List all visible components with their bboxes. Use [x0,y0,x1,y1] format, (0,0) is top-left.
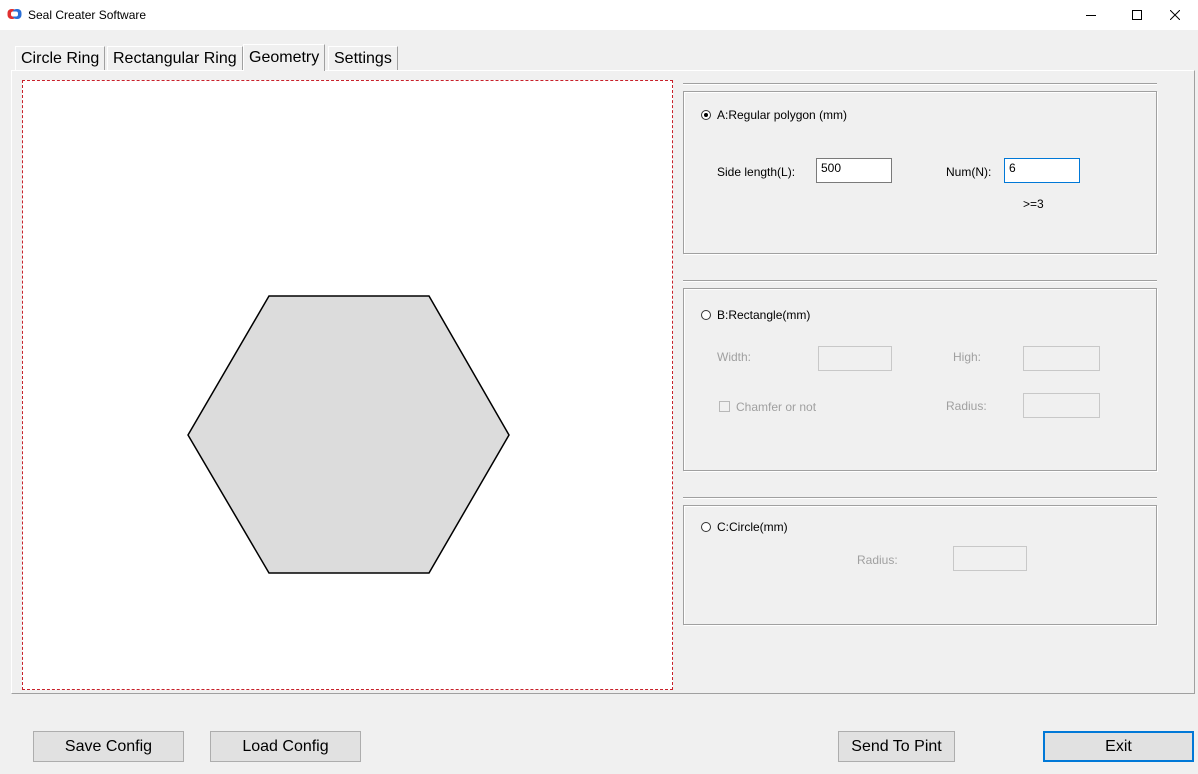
radius-label: Radius: [946,399,987,413]
tab-settings[interactable]: Settings [328,46,398,70]
circle-radio[interactable] [701,522,711,532]
num-constraint: >=3 [1023,197,1044,211]
separator [683,83,1157,85]
preview-svg [187,295,510,574]
side-length-label: Side length(L): [717,165,796,179]
maximize-icon [1132,10,1142,20]
rectangle-radio[interactable] [701,310,711,320]
num-input[interactable]: 6 [1004,158,1080,183]
high-label: High: [953,350,982,364]
num-label: Num(N): [946,165,992,179]
load-config-button[interactable]: Load Config [210,731,361,762]
minimize-icon [1086,15,1096,16]
high-input[interactable] [1023,346,1100,371]
app-icon [7,9,22,19]
chamfer-label: Chamfer or not [736,400,817,414]
close-icon [1170,10,1180,20]
rectangle-label: B:Rectangle(mm) [717,308,811,322]
circle-radius-input[interactable] [953,546,1027,571]
window-title: Seal Creater Software [28,8,147,22]
separator [683,280,1157,282]
tab-circle-ring[interactable]: Circle Ring [15,46,106,70]
tab-geometry[interactable]: Geometry [243,44,326,71]
send-to-print-button[interactable]: Send To Pint [838,731,955,762]
tab-rectangular-ring[interactable]: Rectangular Ring [107,46,243,70]
exit-button[interactable]: Exit [1043,731,1194,762]
chamfer-checkbox[interactable] [719,401,730,412]
width-label: Width: [717,350,752,364]
side-length-input[interactable]: 500 [816,158,892,183]
preview-canvas [22,80,673,690]
circle-label: C:Circle(mm) [717,520,788,534]
title-bar [0,0,1198,30]
save-config-button[interactable]: Save Config [33,731,184,762]
close-button[interactable] [1152,0,1198,30]
minimize-button[interactable] [1068,0,1114,30]
width-input[interactable] [818,346,892,371]
polygon-radio[interactable] [701,110,711,120]
polygon-label: A:Regular polygon (mm) [717,108,848,122]
rectangle-radius-input[interactable] [1023,393,1100,418]
circle-radius-label: Radius: [857,553,898,567]
separator [683,497,1157,499]
hexagon-shape [187,295,510,574]
